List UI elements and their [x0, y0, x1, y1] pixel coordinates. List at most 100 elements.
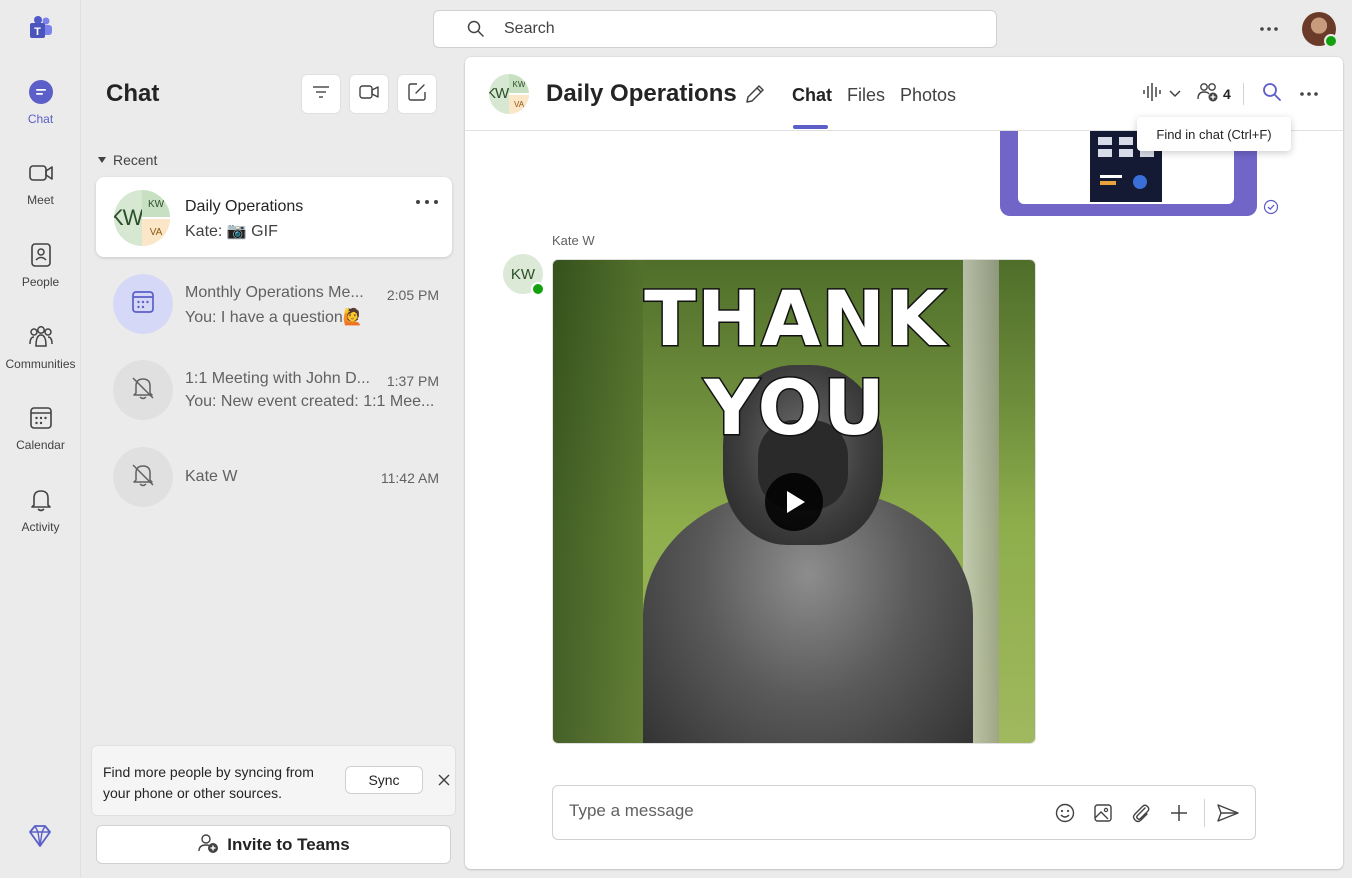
chat-item-time: 11:42 AM: [380, 470, 439, 486]
video-icon: [27, 159, 55, 187]
meet-now-button[interactable]: [349, 74, 389, 114]
people-icon: [27, 241, 55, 269]
new-chat-button[interactable]: [397, 74, 437, 114]
video-icon: [359, 84, 379, 105]
chevron-down-icon: [1168, 85, 1182, 103]
sync-button[interactable]: Sync: [345, 766, 423, 794]
avatar-initials: VA: [142, 218, 170, 246]
invite-label: Invite to Teams: [227, 834, 350, 854]
rail-item-label: Activity: [21, 520, 60, 534]
calendar-icon: [27, 404, 55, 432]
chat-item-time: 2:05 PM: [386, 287, 439, 303]
chat-item-time: 1:37 PM: [386, 373, 439, 389]
message-input[interactable]: [569, 801, 1039, 821]
audio-wave-icon: [1142, 81, 1164, 108]
rail-item-label: People: [21, 275, 60, 289]
participant-count: 4: [1223, 86, 1231, 102]
rail-item-label: Meet: [27, 193, 54, 207]
search-icon: [1261, 81, 1283, 108]
chat-item-name: Daily Operations: [185, 198, 304, 215]
recent-section-header[interactable]: Recent: [98, 152, 157, 168]
header-divider: [1243, 83, 1244, 105]
avatar-initials: VA: [509, 94, 529, 114]
chat-item-monthly-operations[interactable]: Monthly Operations Me... You: I have a q…: [96, 263, 452, 343]
calendar-icon: [130, 289, 156, 320]
tab-photos[interactable]: Photos: [900, 85, 956, 106]
chat-icon: [27, 78, 55, 106]
compose-divider: [1204, 799, 1205, 827]
invite-to-teams-button[interactable]: Invite to Teams: [96, 825, 451, 864]
chat-item-daily-operations[interactable]: KW KW VA Daily Operations Kate: 📷 GIF: [96, 177, 452, 257]
chat-item-name: 1:1 Meeting with John D...: [185, 370, 370, 387]
chat-list-title: Chat: [106, 80, 160, 107]
people-add-icon: [1197, 81, 1221, 108]
filter-button[interactable]: [301, 74, 341, 114]
add-person-icon: [197, 832, 219, 857]
message-sender: Kate W: [552, 233, 595, 248]
read-receipt-icon: [1263, 199, 1279, 215]
find-in-chat-tooltip: Find in chat (Ctrl+F): [1137, 117, 1291, 151]
group-avatar: KW KW VA: [114, 190, 170, 246]
rail-item-label: Communities: [5, 357, 76, 371]
tab-files[interactable]: Files: [847, 85, 885, 106]
tab-chat[interactable]: Chat: [792, 85, 832, 106]
app-rail: T Chat Meet People Communities Calendar: [0, 0, 81, 878]
rail-item-label: Chat: [27, 112, 54, 126]
group-avatar: KW KW VA: [489, 74, 529, 114]
emoji-icon[interactable]: [1053, 801, 1077, 825]
teams-logo-icon: T: [26, 14, 54, 42]
svg-text:T: T: [34, 26, 41, 38]
add-icon[interactable]: [1167, 801, 1191, 825]
more-options-icon[interactable]: [1299, 81, 1319, 107]
muted-avatar: [113, 360, 173, 420]
gif-caption-text: THANK YOU: [643, 273, 947, 454]
meeting-avatar: [113, 274, 173, 334]
muted-avatar: [113, 447, 173, 507]
active-tab-indicator: [793, 125, 828, 129]
rail-item-people[interactable]: People: [0, 233, 81, 303]
image-icon[interactable]: [1091, 801, 1115, 825]
sender-avatar[interactable]: KW: [503, 254, 545, 296]
bell-off-icon: [130, 375, 156, 406]
bell-icon: [27, 486, 55, 514]
presence-available-icon: [1324, 34, 1338, 48]
chat-item-name: Kate W: [185, 468, 238, 485]
edit-pencil-icon[interactable]: [744, 83, 766, 105]
rail-item-chat[interactable]: Chat: [0, 70, 81, 140]
avatar-initials: KW: [114, 205, 143, 230]
find-in-chat-button[interactable]: [1261, 81, 1283, 107]
compose-box: [552, 785, 1256, 840]
chat-item-preview: You: I have a question🙋: [185, 309, 363, 326]
rail-item-calendar[interactable]: Calendar: [0, 396, 81, 466]
call-dropdown-button[interactable]: [1142, 81, 1182, 107]
more-options-icon[interactable]: [1254, 18, 1284, 40]
bell-off-icon: [130, 462, 156, 493]
rail-item-communities[interactable]: Communities: [0, 315, 81, 385]
gif-message[interactable]: THANK YOU: [552, 259, 1036, 744]
search-box[interactable]: [433, 10, 997, 48]
chat-item-preview: Kate: 📷 GIF: [185, 223, 278, 240]
attach-icon[interactable]: [1129, 801, 1153, 825]
send-icon[interactable]: [1216, 801, 1240, 825]
search-input[interactable]: [504, 20, 924, 38]
avatar-initials: KW: [489, 85, 509, 102]
chat-item-1on1-meeting[interactable]: 1:1 Meeting with John D... You: New even…: [96, 349, 452, 429]
chat-item-name: Monthly Operations Me...: [185, 284, 364, 301]
compose-icon: [407, 82, 427, 107]
rail-item-meet[interactable]: Meet: [0, 151, 81, 221]
section-label: Recent: [113, 152, 158, 168]
premium-diamond-icon[interactable]: [26, 822, 54, 850]
play-button[interactable]: [765, 473, 823, 531]
participants-button[interactable]: 4: [1197, 81, 1231, 107]
more-options-icon[interactable]: [416, 195, 438, 209]
profile-avatar[interactable]: [1302, 12, 1338, 48]
sync-contacts-banner: Find more people by syncing from your ph…: [91, 745, 456, 816]
avatar-initials: KW: [142, 190, 170, 218]
chat-item-kate-w[interactable]: Kate W 11:42 AM: [96, 436, 452, 516]
filter-icon: [312, 85, 330, 104]
caret-down-icon: [98, 157, 106, 163]
close-icon[interactable]: [436, 772, 452, 788]
communities-icon: [27, 323, 55, 351]
avatar-initials: KW: [510, 265, 536, 283]
rail-item-activity[interactable]: Activity: [0, 478, 81, 548]
